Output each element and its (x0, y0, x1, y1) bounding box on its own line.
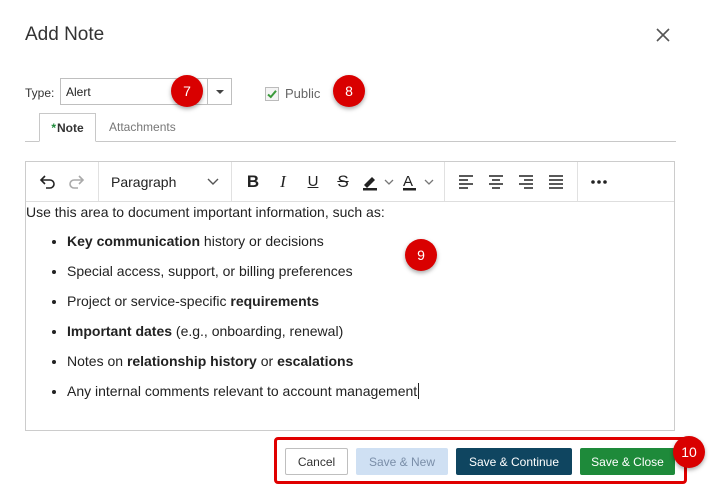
tab-attachments[interactable]: Attachments (109, 120, 176, 134)
editor-bullet-list: Key communication history or decisions S… (26, 226, 674, 406)
list-item: Key communication history or decisions (67, 226, 674, 256)
dialog-title: Add Note (25, 24, 105, 45)
list-item: Special access, support, or billing pref… (67, 256, 674, 286)
save-continue-button[interactable]: Save & Continue (456, 448, 572, 475)
history-group (26, 162, 99, 201)
strikethrough-icon[interactable]: S (328, 167, 358, 197)
checkmark-icon (267, 89, 277, 98)
highlight-icon[interactable] (358, 167, 398, 197)
align-right-icon[interactable] (511, 167, 541, 197)
svg-text:A: A (403, 173, 413, 190)
editor-intro: Use this area to document important info… (26, 204, 385, 220)
type-select[interactable]: Alert (60, 78, 232, 105)
callout-badge-7: 7 (171, 75, 203, 107)
block-format-group: Paragraph (99, 162, 232, 201)
callout-badge-9: 9 (405, 239, 437, 271)
undo-icon[interactable] (32, 167, 62, 197)
callout-badge-10: 10 (673, 436, 705, 468)
tab-note[interactable]: * Note (39, 113, 96, 142)
list-item: Notes on relationship history or escalat… (67, 346, 674, 376)
list-item: Any internal comments relevant to accoun… (67, 376, 674, 406)
more-group (578, 162, 620, 201)
align-justify-icon[interactable] (541, 167, 571, 197)
tab-note-label: Note (57, 120, 84, 135)
callout-badge-8: 8 (333, 75, 365, 107)
alignment-group (445, 162, 578, 201)
save-close-button[interactable]: Save & Close (580, 448, 675, 475)
required-marker: * (51, 120, 56, 135)
tabs-divider (25, 141, 676, 142)
italic-icon[interactable]: I (268, 167, 298, 197)
align-left-icon[interactable] (451, 167, 481, 197)
redo-icon[interactable] (62, 167, 92, 197)
close-icon[interactable] (652, 24, 674, 46)
editor-content[interactable]: Use this area to document important info… (26, 202, 674, 406)
editor-toolbar: Paragraph B I U S A (26, 162, 674, 202)
cancel-button[interactable]: Cancel (285, 448, 348, 475)
list-item: Project or service-specific requirements (67, 286, 674, 316)
bold-icon[interactable]: B (238, 167, 268, 197)
chevron-down-icon (207, 178, 219, 185)
text-style-group: B I U S A (232, 162, 445, 201)
block-format-value: Paragraph (111, 173, 177, 190)
public-label: Public (285, 86, 321, 101)
chevron-down-icon[interactable] (207, 79, 231, 104)
type-label: Type: (25, 86, 55, 100)
save-new-button[interactable]: Save & New (356, 448, 448, 475)
block-format-select[interactable]: Paragraph (103, 174, 227, 190)
list-item: Important dates (e.g., onboarding, renew… (67, 316, 674, 346)
underline-icon[interactable]: U (298, 167, 328, 197)
public-option[interactable]: Public (265, 86, 320, 101)
more-options-icon[interactable] (584, 167, 614, 197)
align-center-icon[interactable] (481, 167, 511, 197)
public-checkbox[interactable] (265, 86, 279, 101)
rich-text-editor[interactable]: Paragraph B I U S A Use this area to doc… (25, 161, 675, 431)
font-color-icon[interactable]: A (398, 167, 438, 197)
